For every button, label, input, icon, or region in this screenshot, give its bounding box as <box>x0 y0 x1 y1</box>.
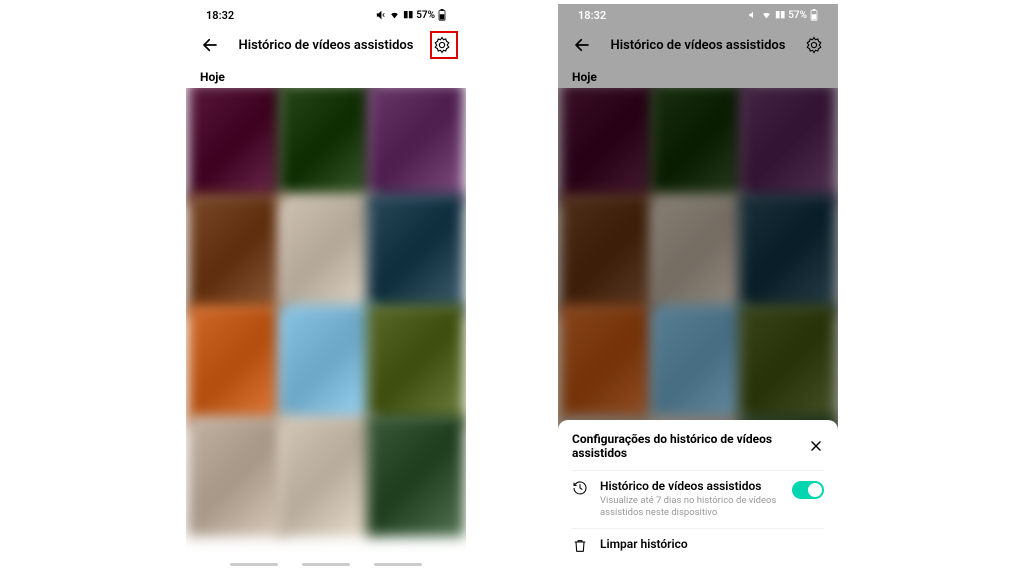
page-title: Histórico de vídeos assistidos <box>594 38 802 53</box>
settings-button[interactable] <box>430 33 454 57</box>
battery-text: 57% <box>788 10 807 21</box>
video-thumbnail[interactable] <box>367 416 465 537</box>
status-bar: 18:32 ▮▮ 57% <box>558 4 838 26</box>
battery-icon <box>438 9 446 21</box>
history-icon <box>572 480 590 496</box>
trash-icon <box>572 538 590 554</box>
settings-button[interactable] <box>802 33 826 57</box>
back-button[interactable] <box>198 33 222 57</box>
history-toggle[interactable] <box>792 481 824 499</box>
arrow-left-icon <box>201 36 219 54</box>
wifi-icon <box>389 10 400 20</box>
clear-history-label: Limpar histórico <box>600 537 824 551</box>
video-thumbnail[interactable] <box>277 416 375 537</box>
status-icons: ▮▮ 57% <box>376 9 446 21</box>
video-thumbnail[interactable] <box>367 305 465 426</box>
sheet-header: Configurações do histórico de vídeos ass… <box>572 432 824 470</box>
status-bar: 18:32 ▮▮ 57% <box>186 4 466 26</box>
battery-icon <box>810 9 818 21</box>
video-thumbnail[interactable] <box>188 194 286 315</box>
sheet-title: Configurações do histórico de vídeos ass… <box>572 432 808 460</box>
page-title: Histórico de vídeos assistidos <box>222 38 430 53</box>
video-thumbnail[interactable] <box>277 305 375 426</box>
close-button[interactable] <box>808 437 824 455</box>
video-thumbnail[interactable] <box>367 88 465 204</box>
phone-right: 18:32 ▮▮ 57% Histórico de vídeos assisti… <box>558 4 838 572</box>
status-icons: ▮▮ 57% <box>748 9 818 21</box>
video-thumbnail[interactable] <box>188 416 286 537</box>
back-button[interactable] <box>570 33 594 57</box>
status-time: 18:32 <box>578 9 606 22</box>
close-icon <box>809 439 823 453</box>
video-thumbnail[interactable] <box>277 194 375 315</box>
nav-indicator <box>186 558 466 572</box>
battery-text: 57% <box>416 10 435 21</box>
signal-icon: ▮▮ <box>775 10 785 20</box>
app-header: Histórico de vídeos assistidos <box>186 26 466 64</box>
gear-icon <box>805 36 823 54</box>
app-header: Histórico de vídeos assistidos <box>558 26 838 64</box>
video-thumbnail[interactable] <box>188 305 286 426</box>
mute-icon <box>376 10 386 20</box>
section-today: Hoje <box>558 64 838 88</box>
settings-bottom-sheet: Configurações do histórico de vídeos ass… <box>558 420 838 572</box>
wifi-icon <box>761 10 772 20</box>
video-thumbnail[interactable] <box>277 88 375 204</box>
gear-icon <box>433 36 451 54</box>
arrow-left-icon <box>573 36 591 54</box>
mute-icon <box>748 10 758 20</box>
video-grid[interactable] <box>186 88 466 558</box>
video-thumbnail[interactable] <box>188 88 286 204</box>
history-toggle-subtitle: Visualize até 7 dias no histórico de víd… <box>600 495 782 520</box>
signal-icon: ▮▮ <box>403 10 413 20</box>
history-toggle-label: Histórico de vídeos assistidos <box>600 479 782 493</box>
phone-left: 18:32 ▮▮ 57% Histórico de vídeos assisti… <box>186 4 466 572</box>
clear-history-row[interactable]: Limpar histórico <box>572 528 824 562</box>
section-today: Hoje <box>186 64 466 88</box>
video-thumbnail[interactable] <box>367 194 465 315</box>
status-time: 18:32 <box>206 9 234 22</box>
history-toggle-row[interactable]: Histórico de vídeos assistidos Visualize… <box>572 470 824 528</box>
